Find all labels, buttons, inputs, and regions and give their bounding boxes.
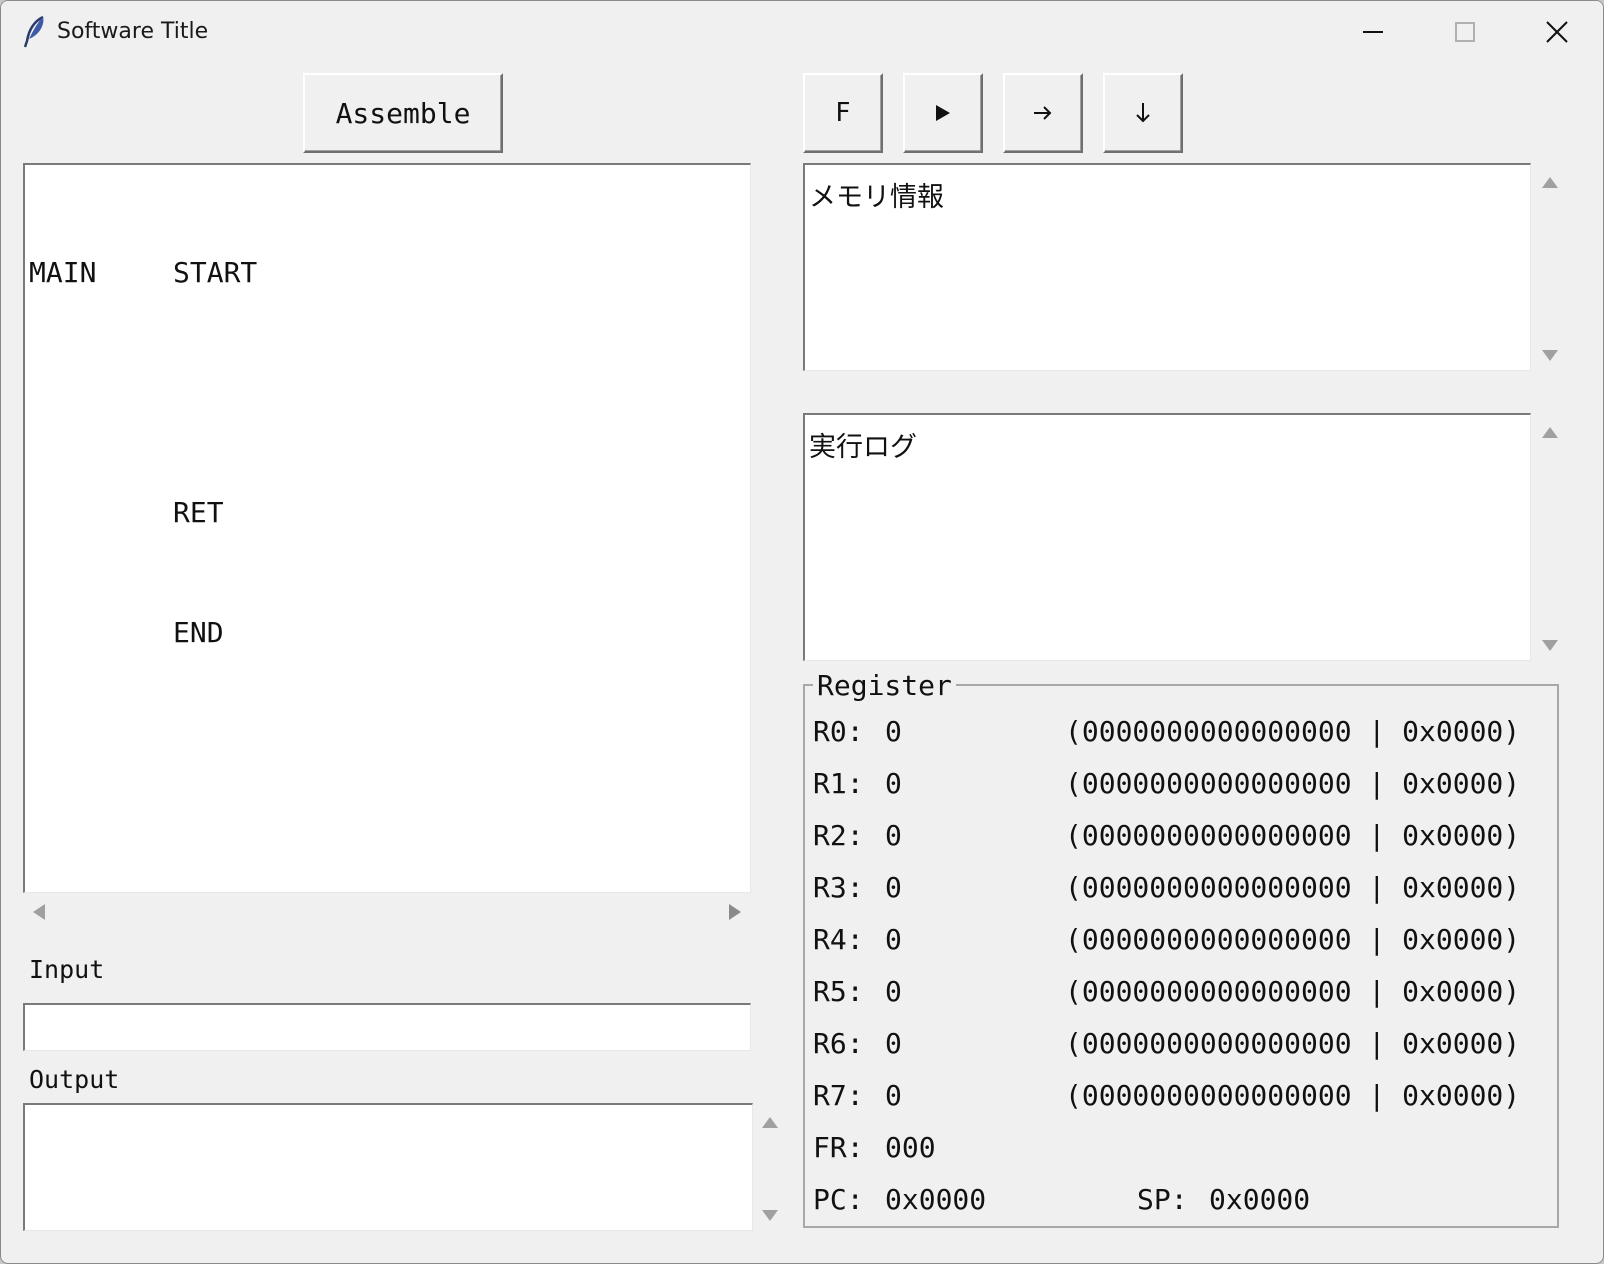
register-name: R6: (813, 1027, 864, 1060)
register-value: 0 (885, 819, 902, 852)
line-op: END (173, 616, 224, 649)
register-detail: (0000000000000000 | 0x0000) (1065, 1079, 1521, 1112)
register-row: R2: 0 (0000000000000000 | 0x0000) (813, 819, 1520, 863)
step-into-button[interactable] (1103, 73, 1183, 153)
code-line: RET (29, 493, 257, 533)
sp-value: 0x0000 (1209, 1183, 1311, 1216)
memory-scroll-up-icon[interactable] (1541, 175, 1559, 189)
line-op: START (173, 256, 258, 289)
assemble-button[interactable]: Assemble (303, 73, 503, 153)
line-op: RET (173, 496, 224, 529)
line-label: MAIN (29, 256, 97, 289)
close-icon (1546, 21, 1568, 43)
scroll-left-icon[interactable] (31, 903, 47, 921)
register-detail: (0000000000000000 | 0x0000) (1065, 923, 1521, 956)
sp-name: SP: (1137, 1183, 1188, 1216)
output-area[interactable] (23, 1103, 753, 1231)
register-row: R7: 0 (0000000000000000 | 0x0000) (813, 1079, 1520, 1123)
register-row: R3: 0 (0000000000000000 | 0x0000) (813, 871, 1520, 915)
register-value: 0 (885, 975, 902, 1008)
output-label: Output (29, 1065, 120, 1094)
pc-value: 0x0000 (885, 1183, 987, 1216)
register-value: 0 (885, 767, 902, 800)
register-value: 0 (885, 1027, 902, 1060)
memory-panel[interactable]: メモリ情報 (803, 163, 1531, 371)
register-value: 0 (885, 1079, 902, 1112)
pc-name: PC: (813, 1183, 864, 1216)
register-value: 0 (885, 715, 902, 748)
maximize-button[interactable] (1419, 1, 1511, 63)
window-title: Software Title (57, 19, 209, 44)
register-detail: (0000000000000000 | 0x0000) (1065, 871, 1521, 904)
code-lines: MAIN START RET END (29, 173, 257, 733)
register-name: R7: (813, 1079, 864, 1112)
register-detail: (0000000000000000 | 0x0000) (1065, 1027, 1521, 1060)
log-scroll-down-icon[interactable] (1541, 639, 1559, 653)
register-value: 0 (885, 923, 902, 956)
output-scroll-down-icon[interactable] (761, 1209, 779, 1223)
memory-scroll-down-icon[interactable] (1541, 349, 1559, 363)
code-line: MAIN START (29, 253, 257, 293)
register-name: R3: (813, 871, 864, 904)
fr-value: 000 (885, 1131, 936, 1164)
feather-icon (23, 15, 44, 48)
f-button[interactable]: F (803, 73, 883, 153)
fr-name: FR: (813, 1131, 864, 1164)
close-button[interactable] (1511, 1, 1603, 63)
arrow-right-icon (1034, 106, 1052, 120)
log-text: 実行ログ (809, 432, 917, 463)
minimize-button[interactable] (1327, 1, 1419, 63)
register-row: R5: 0 (0000000000000000 | 0x0000) (813, 975, 1520, 1019)
memory-text: メモリ情報 (809, 182, 944, 213)
register-name: R4: (813, 923, 864, 956)
register-detail: (0000000000000000 | 0x0000) (1065, 715, 1521, 748)
register-row: R6: 0 (0000000000000000 | 0x0000) (813, 1027, 1520, 1071)
step-over-button[interactable] (1003, 73, 1083, 153)
register-row: R4: 0 (0000000000000000 | 0x0000) (813, 923, 1520, 967)
output-scroll-up-icon[interactable] (761, 1115, 779, 1129)
register-detail: (0000000000000000 | 0x0000) (1065, 767, 1521, 800)
arrow-down-icon (1136, 103, 1150, 123)
maximize-icon (1455, 22, 1475, 42)
scroll-right-icon[interactable] (727, 903, 743, 921)
register-name: R0: (813, 715, 864, 748)
register-name: R2: (813, 819, 864, 852)
play-icon (936, 105, 950, 121)
input-field[interactable] (23, 1003, 751, 1051)
code-editor[interactable]: MAIN START RET END (23, 163, 751, 893)
log-scroll-up-icon[interactable] (1541, 425, 1559, 439)
register-detail: (0000000000000000 | 0x0000) (1065, 819, 1521, 852)
register-title: Register (813, 669, 956, 702)
register-name: R5: (813, 975, 864, 1008)
register-row: R0: 0 (0000000000000000 | 0x0000) (813, 715, 1520, 759)
flag-register-row: FR: 000 (813, 1131, 936, 1175)
register-row: R1: 0 (0000000000000000 | 0x0000) (813, 767, 1520, 811)
input-label: Input (29, 955, 105, 984)
code-line: END (29, 613, 257, 653)
register-name: R1: (813, 767, 864, 800)
run-button[interactable] (903, 73, 983, 153)
register-detail: (0000000000000000 | 0x0000) (1065, 975, 1521, 1008)
register-value: 0 (885, 871, 902, 904)
minimize-icon (1363, 31, 1383, 33)
pc-sp-row: PC: 0x0000 SP: 0x0000 (813, 1183, 1513, 1227)
app-window: Software Title Assemble F MAIN START RET … (0, 0, 1604, 1264)
title-bar: Software Title (1, 1, 1603, 63)
log-panel[interactable]: 実行ログ (803, 413, 1531, 661)
